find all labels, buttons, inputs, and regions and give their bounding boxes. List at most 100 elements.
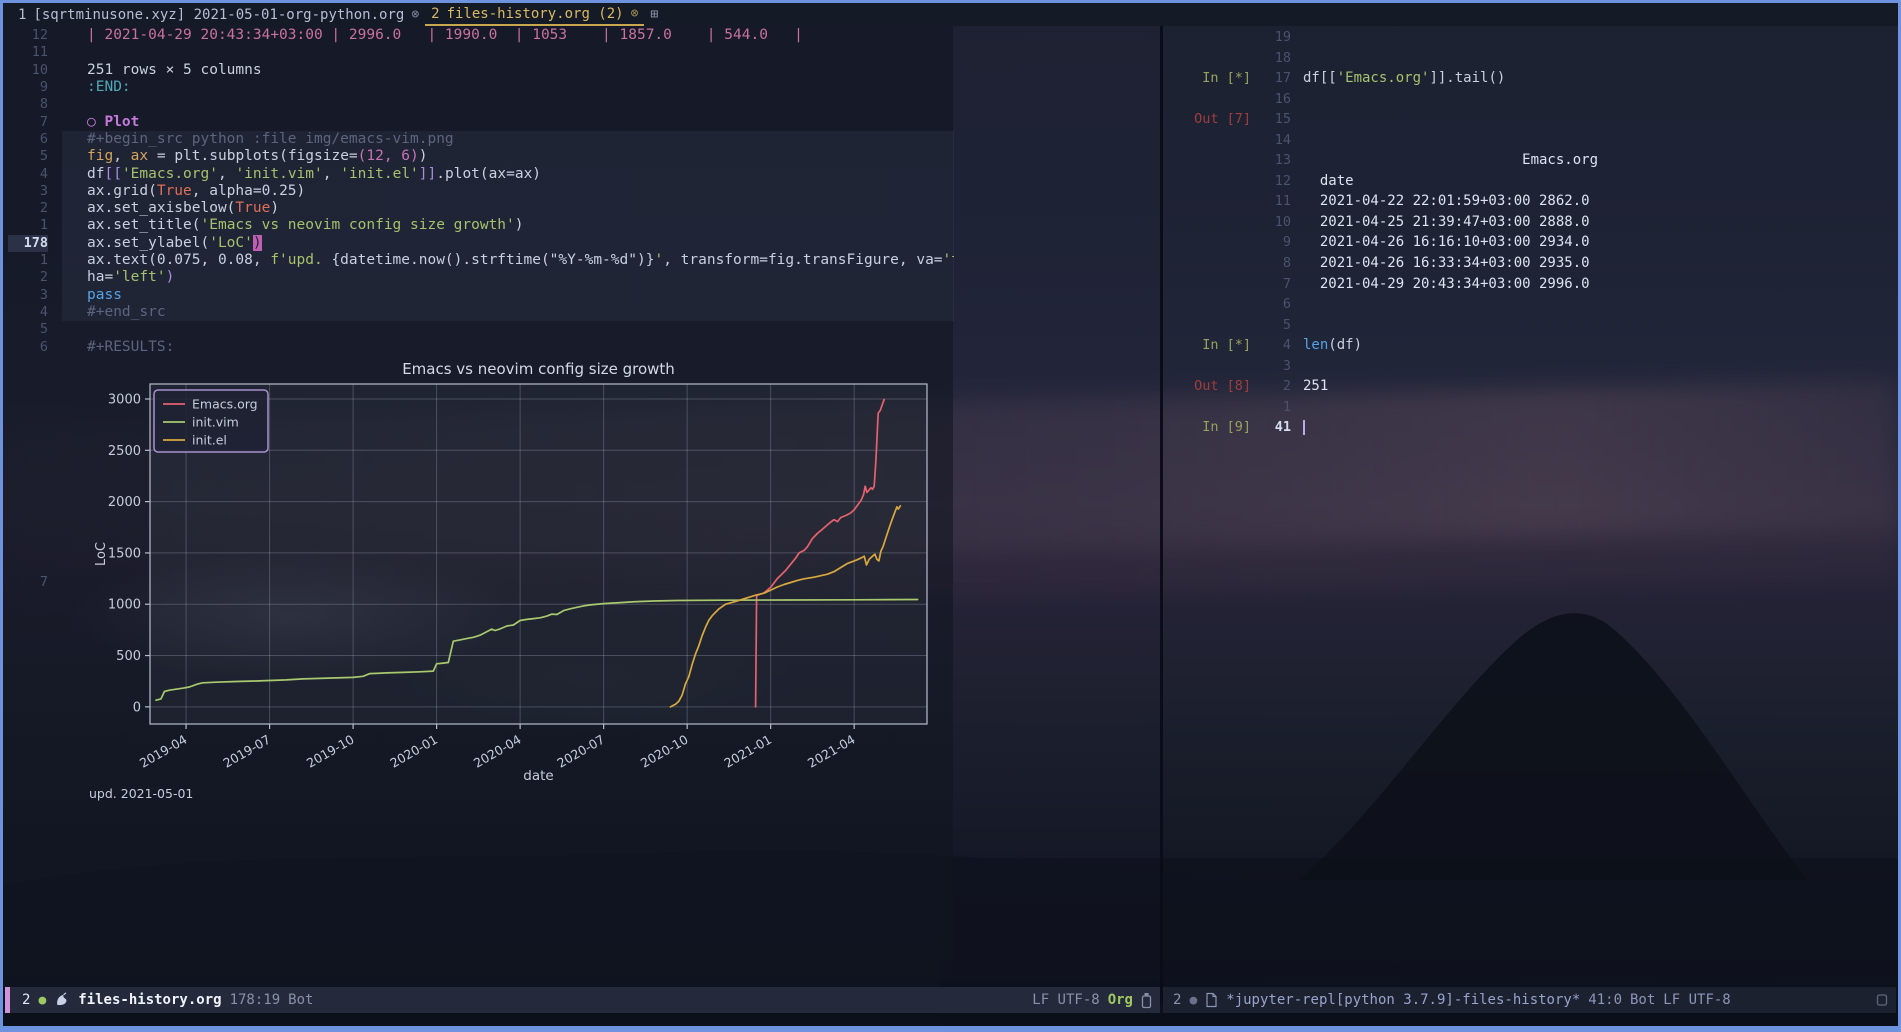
scroll-indicator: Bot [1630, 992, 1655, 1008]
line-text: ha='left') [62, 269, 954, 286]
line-text: #+begin_src python :file img/emacs-vim.p… [62, 131, 954, 148]
line-number: 10 [8, 62, 48, 79]
line-text: ○ Plot [62, 114, 954, 131]
svg-text:Emacs vs neovim config size gr: Emacs vs neovim config size growth [402, 360, 675, 378]
line-number: 2 [8, 269, 48, 286]
window-number: 2 [22, 992, 30, 1008]
repl-line: 18 [1163, 48, 1896, 69]
line-text: ax.set_title('Emacs vs neovim config siz… [62, 217, 954, 234]
tab-close-icon[interactable]: ⊗ [411, 7, 419, 22]
code-line: 4#+end_src [8, 304, 1160, 321]
tab-org-python[interactable]: 1 [sqrtminusone.xyz] 2021-05-01-org-pyth… [12, 3, 425, 26]
buffer-name[interactable]: *jupyter-repl[python 3.7.9]-files-histor… [1226, 992, 1580, 1008]
repl-prompt-label [1163, 253, 1257, 274]
repl-prompt-label: In [9] [1163, 417, 1257, 438]
repl-line: 1 [1163, 397, 1896, 418]
line-text: len(df) [1303, 335, 1362, 356]
line-text: fig, ax = plt.subplots(figsize=(12, 6)) [62, 148, 954, 165]
line-text: #+end_src [62, 304, 954, 321]
echo-area[interactable] [3, 1013, 1898, 1026]
line-number: 11 [1257, 191, 1291, 212]
line-number: 12 [8, 27, 48, 44]
line-text: 2021-04-29 20:43:34+03:00 2996.0 [1303, 274, 1590, 295]
svg-text:2021-01: 2021-01 [721, 732, 774, 771]
scroll-indicator: Bot [288, 992, 313, 1008]
code-line: 3pass [8, 287, 1160, 304]
line-number: 9 [1257, 232, 1291, 253]
svg-text:2000: 2000 [108, 495, 141, 510]
code-line: 6 #+begin_src python :file img/emacs-vim.… [8, 131, 1160, 148]
line-text: 2021-04-26 16:33:34+03:00 2935.0 [1303, 253, 1590, 274]
line-text: 251 rows × 5 columns [62, 62, 954, 79]
line-text: df[['Emacs.org']].tail() [1303, 68, 1505, 89]
line-number: 3 [8, 287, 48, 304]
window-divider[interactable] [1160, 26, 1163, 1004]
line-number: 2 [1257, 376, 1291, 397]
repl-line: 14 [1163, 130, 1896, 151]
bar-cursor [1303, 420, 1305, 435]
repl-prompt-label [1163, 150, 1257, 171]
code-line: 9:END: [8, 79, 1160, 96]
major-mode-indicator[interactable]: Org [1108, 992, 1133, 1008]
minimize-icon [1876, 993, 1888, 1007]
line-text: ax.text(0.075, 0.08, f'upd. {datetime.no… [62, 252, 954, 269]
line-number: 14 [1257, 130, 1291, 151]
line-text: ax.set_axisbelow(True) [62, 200, 954, 217]
repl-prompt-label [1163, 356, 1257, 377]
line-number: 7 [8, 114, 48, 131]
line-number: 19 [1257, 27, 1291, 48]
line-number: 6 [8, 339, 48, 356]
svg-text:2020-07: 2020-07 [554, 732, 607, 771]
svg-text:2019-07: 2019-07 [220, 732, 273, 771]
buffer-state-icon: ● [1189, 993, 1197, 1008]
svg-text:0: 0 [133, 700, 141, 715]
line-text: 2021-04-25 21:39:47+03:00 2888.0 [1303, 212, 1590, 233]
line-text: df[['Emacs.org', 'init.vim', 'init.el']]… [62, 166, 954, 183]
buffer-modified-icon: ● [38, 993, 46, 1008]
line-number: 10 [1257, 212, 1291, 233]
line-text: :END: [62, 79, 954, 96]
modeline-jupyter: 2 ● *jupyter-repl[python 3.7.9]-files-hi… [1163, 987, 1896, 1013]
code-line: 5 [8, 321, 1160, 338]
buffer-name[interactable]: files-history.org [78, 992, 221, 1008]
repl-prompt-label [1163, 130, 1257, 151]
svg-text:upd. 2021-05-01: upd. 2021-05-01 [89, 786, 193, 801]
new-tab-icon[interactable]: ⊞ [650, 7, 658, 22]
repl-line: 9 2021-04-26 16:16:10+03:00 2934.0 [1163, 232, 1896, 253]
jupyter-repl-buffer[interactable]: 1918In [*]17df[['Emacs.org']].tail()16Ou… [1163, 27, 1896, 438]
line-number: 3 [1257, 356, 1291, 377]
tab-close-icon[interactable]: ⊗ [631, 6, 639, 21]
cursor-position: 178:19 [230, 992, 281, 1008]
line-number: 7 [8, 574, 48, 590]
emacs-frame: 1 [sqrtminusone.xyz] 2021-05-01-org-pyth… [0, 0, 1901, 1032]
tab-files-history[interactable]: 2 files-history.org (2) ⊗ [425, 3, 644, 26]
line-number: 16 [1257, 89, 1291, 110]
svg-text:2020-01: 2020-01 [387, 732, 440, 771]
file-icon [1205, 992, 1218, 1008]
repl-line: 12 date [1163, 171, 1896, 192]
line-number: 11 [8, 44, 48, 61]
code-line: 8 [8, 96, 1160, 113]
repl-line: 10 2021-04-25 21:39:47+03:00 2888.0 [1163, 212, 1896, 233]
code-line: 4df[['Emacs.org', 'init.vim', 'init.el']… [8, 166, 1160, 183]
line-number: 5 [8, 321, 48, 338]
line-number: 6 [8, 131, 48, 148]
svg-text:2500: 2500 [108, 444, 141, 459]
svg-text:2019-10: 2019-10 [304, 732, 357, 771]
org-buffer[interactable]: 12| 2021-04-29 20:43:34+03:00 | 2996.0 |… [8, 27, 1160, 808]
repl-line: 19 [1163, 27, 1896, 48]
tab-index: 2 [431, 6, 439, 22]
repl-line: 16 [1163, 89, 1896, 110]
repl-lines: 1918In [*]17df[['Emacs.org']].tail()16Ou… [1163, 27, 1896, 438]
repl-prompt-label: In [*] [1163, 335, 1257, 356]
svg-text:1500: 1500 [108, 546, 141, 561]
svg-text:date: date [523, 768, 553, 784]
line-number: 12 [1257, 171, 1291, 192]
modeline-org: 2 ● files-history.org 178:19 Bot LF UTF-… [5, 987, 1160, 1013]
repl-prompt-label: Out [7] [1163, 109, 1257, 130]
line-number: 1 [1257, 397, 1291, 418]
repl-prompt-label [1163, 89, 1257, 110]
repl-prompt-label [1163, 191, 1257, 212]
line-text: 251 [1303, 376, 1328, 397]
svg-text:Emacs.org: Emacs.org [192, 396, 258, 411]
